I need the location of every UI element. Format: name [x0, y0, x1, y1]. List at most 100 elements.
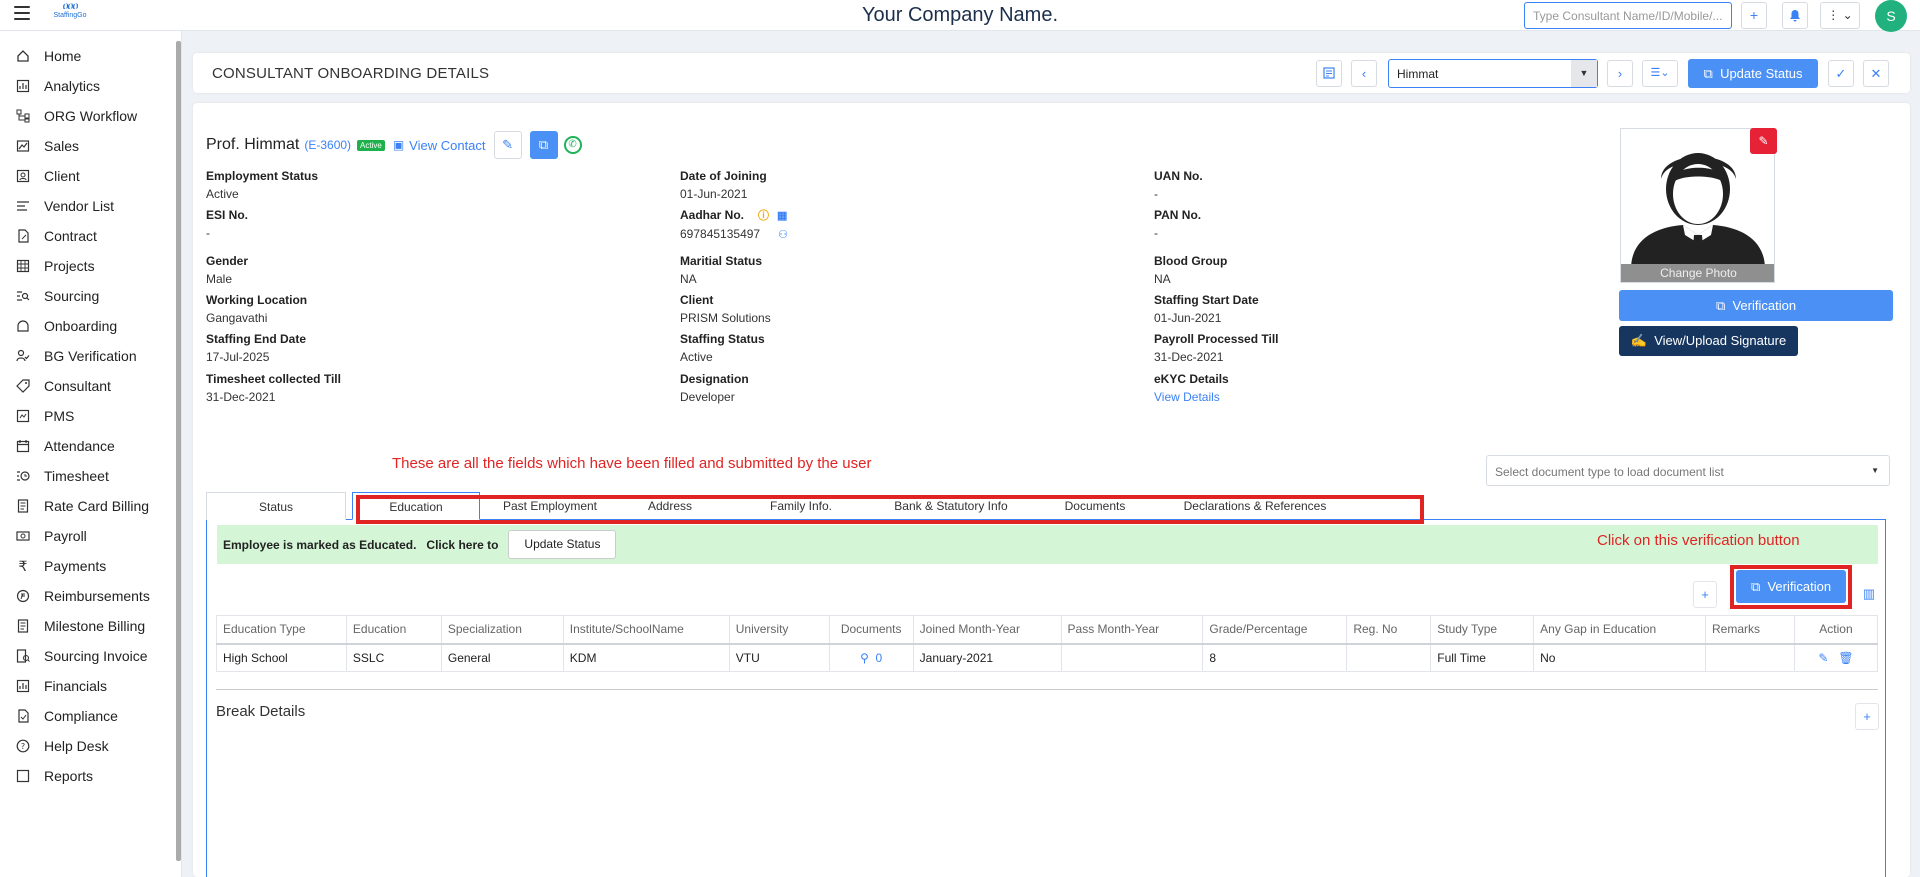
whatsapp-icon[interactable]: ✆ [563, 136, 582, 154]
sidebar-item-milestone-billing[interactable]: Milestone Billing [0, 611, 175, 641]
update-status-label: Update Status [1720, 66, 1803, 81]
consultant-name-line: Prof. Himmat (E-3600) Active ▣ View Cont… [206, 131, 582, 159]
page-title: CONSULTANT ONBOARDING DETAILS [212, 65, 490, 82]
sidebar-item-consultant[interactable]: Consultant [0, 371, 175, 401]
column-header[interactable]: Grade/Percentage [1202, 615, 1348, 645]
sidebar-item-label: Consultant [44, 378, 111, 394]
sidebar-item-payments[interactable]: ₹ Payments [0, 551, 175, 581]
calendar-icon[interactable]: ▦ [777, 209, 787, 222]
sidebar-item-sales[interactable]: Sales [0, 131, 175, 161]
user-avatar[interactable]: S [1875, 0, 1907, 32]
sidebar-item-projects[interactable]: Projects [0, 251, 175, 281]
sidebar-item-help-desk[interactable]: ? Help Desk [0, 731, 175, 761]
field-aadhar: Aadhar No. ⓘ ▦ 697845135497 ⚇ [680, 207, 1120, 241]
sidebar-item-sourcing[interactable]: Sourcing [0, 281, 175, 311]
sidebar-item-analytics[interactable]: Analytics [0, 71, 175, 101]
profile-verification-button[interactable]: ⧉ Verification [1619, 290, 1893, 321]
next-consultant-button[interactable]: › [1607, 60, 1633, 87]
help-icon[interactable]: ⓘ [758, 207, 769, 223]
sidebar-item-financials[interactable]: Financials [0, 671, 175, 701]
add-button[interactable]: + [1741, 2, 1767, 29]
edit-icon[interactable]: ✎ [1818, 651, 1828, 665]
column-header[interactable]: Institute/SchoolName [562, 615, 730, 645]
report-view-icon[interactable] [1316, 60, 1342, 87]
paperclip-icon[interactable]: ⚲ [860, 651, 869, 665]
sidebar-item-bg-verification[interactable]: BG Verification [0, 341, 175, 371]
view-upload-signature-button[interactable]: ✍ View/Upload Signature [1619, 326, 1798, 356]
sidebar-item-reimbursements[interactable]: Reimbursements [0, 581, 175, 611]
column-header[interactable]: Pass Month-Year [1060, 615, 1204, 645]
sidebar-item-label: Help Desk [44, 738, 109, 754]
sidebar-item-rate-card-billing[interactable]: Rate Card Billing [0, 491, 175, 521]
section-divider [216, 689, 1878, 690]
delete-icon[interactable]: 🗑 [1838, 651, 1853, 665]
signature-label: View/Upload Signature [1654, 333, 1787, 348]
sidebar-item-label: Vendor List [44, 198, 115, 214]
update-status-button[interactable]: ⧉ Update Status [1688, 59, 1818, 88]
documents-count-link[interactable]: 0 [876, 651, 883, 665]
field-label: UAN No. [1154, 169, 1203, 183]
help-icon: ? [16, 739, 30, 753]
sidebar-item-org-workflow[interactable]: ORG Workflow [0, 101, 175, 131]
more-options-button[interactable]: ⋮ ⌄ [1820, 2, 1860, 29]
previous-consultant-button[interactable]: ‹ [1351, 60, 1377, 87]
contact-card-icon[interactable]: ▣ [393, 138, 404, 152]
sidebar-item-home[interactable]: Home [0, 41, 175, 71]
sidebar-item-pms[interactable]: PMS [0, 401, 175, 431]
column-header[interactable]: University [728, 615, 830, 645]
consultant-search-input[interactable] [1524, 2, 1732, 29]
close-icon[interactable]: ✕ [1863, 60, 1889, 87]
sidebar-item-sourcing-invoice[interactable]: Sourcing Invoice [0, 641, 175, 671]
employee-id[interactable]: (E-3600) [304, 138, 351, 152]
chevron-down-icon: ▼ [1871, 466, 1879, 475]
sidebar-item-payroll[interactable]: Payroll [0, 521, 175, 551]
column-header[interactable]: Education [345, 615, 442, 645]
sidebar-item-label: Payroll [44, 528, 87, 544]
column-header[interactable]: Any Gap in Education [1533, 615, 1706, 645]
tab-status[interactable]: Status [206, 492, 346, 520]
bell-icon[interactable] [1782, 2, 1808, 29]
sidebar-item-client[interactable]: Client [0, 161, 175, 191]
field-value: Developer [680, 390, 735, 404]
sidebar-item-onboarding[interactable]: Onboarding [0, 311, 175, 341]
field-label: PAN No. [1154, 208, 1202, 222]
cell-education: SSLC [345, 643, 442, 672]
banner-update-status-button[interactable]: Update Status [508, 530, 617, 559]
sidebar-item-timesheet[interactable]: Timesheet [0, 461, 175, 491]
add-break-button[interactable]: + [1855, 703, 1879, 730]
sidebar-item-attendance[interactable]: Attendance [0, 431, 175, 461]
top-bar: ዐዐዐ StaffingGo Your Company Name. + ⋮ ⌄ … [0, 0, 1920, 32]
document-type-select[interactable]: Select document type to load document li… [1486, 455, 1890, 486]
view-details-link[interactable]: View Details [1154, 390, 1594, 404]
list-options-icon[interactable]: ☰⌄ [1642, 60, 1678, 87]
add-education-button[interactable]: + [1693, 581, 1717, 608]
edit-photo-icon[interactable]: ✎ [1750, 128, 1777, 154]
sidebar-scrollbar[interactable] [176, 41, 181, 861]
column-header[interactable]: Reg. No [1346, 615, 1432, 645]
column-settings-icon[interactable]: ▥ [1857, 581, 1881, 608]
column-header[interactable]: Study Type [1430, 615, 1535, 645]
sidebar-item-label: Reports [44, 768, 94, 784]
field-value: PRISM Solutions [680, 311, 771, 325]
sidebar-item-compliance[interactable]: Compliance [0, 701, 175, 731]
field-pan: PAN No. - [1154, 208, 1594, 240]
sidebar-item-label: Sales [44, 138, 80, 154]
column-header[interactable]: Specialization [440, 615, 564, 645]
view-contact-link[interactable]: View Contact [409, 138, 485, 153]
sidebar-item-label: Compliance [44, 708, 118, 724]
approve-check-icon[interactable]: ✓ [1828, 60, 1854, 87]
edit-icon[interactable]: ✎ [493, 131, 522, 159]
column-header[interactable]: Documents [828, 615, 914, 645]
sidebar-item-reports[interactable]: Reports [0, 761, 175, 791]
consultant-select[interactable]: Himmat ▼ [1388, 59, 1598, 88]
column-header[interactable]: Remarks [1704, 615, 1795, 645]
verify-user-icon[interactable]: ⚇ [778, 228, 788, 241]
sidebar-item-vendor-list[interactable]: Vendor List [0, 191, 175, 221]
column-header[interactable]: Joined Month-Year [912, 615, 1062, 645]
change-photo-button[interactable]: Change Photo [1621, 264, 1774, 282]
sidebar-item-contract[interactable]: Contract [0, 221, 175, 251]
onboarding-icon [16, 319, 30, 333]
column-header[interactable]: Education Type [216, 615, 347, 645]
verification-icon-button[interactable]: ⧉ [529, 131, 558, 159]
sidebar-item-label: Home [44, 48, 82, 64]
